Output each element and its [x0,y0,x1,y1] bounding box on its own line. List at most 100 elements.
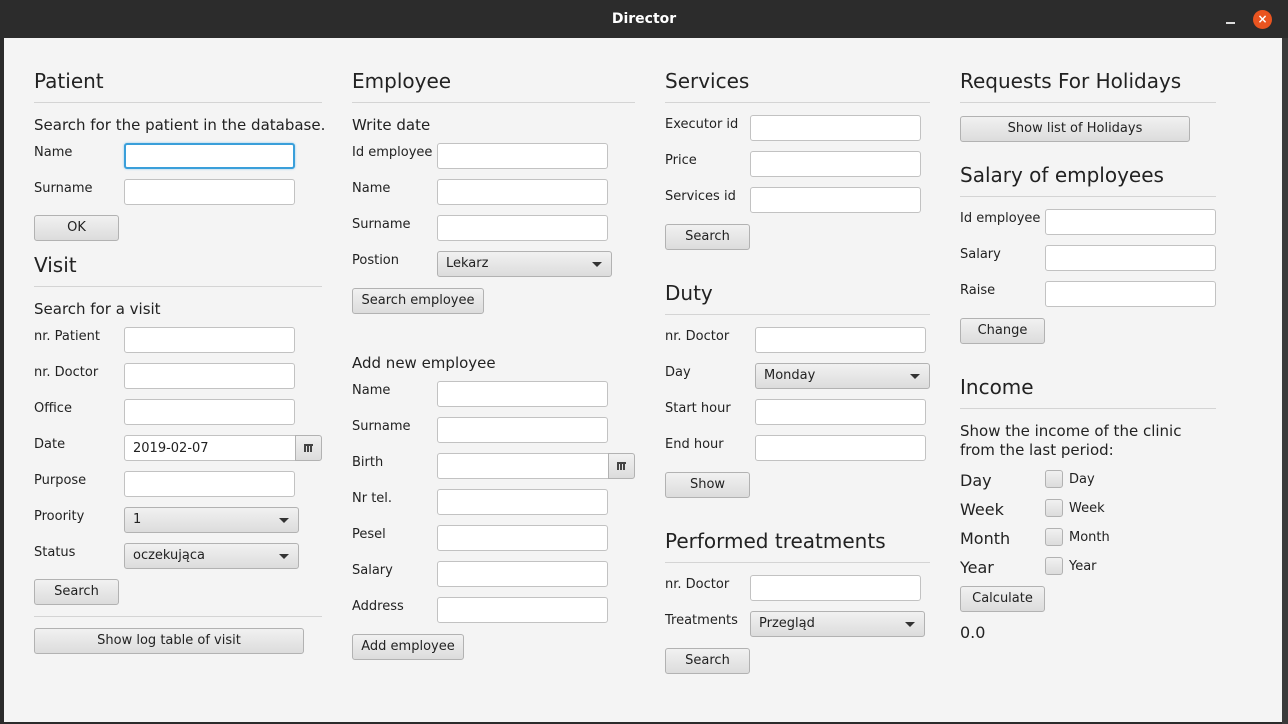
start-hour-label: Start hour [665,401,731,416]
price-input[interactable] [750,151,921,177]
treatments-label: Treatments [665,613,738,628]
salary-heading: Salary of employees [960,163,1164,187]
visit-doctor-input[interactable] [124,363,295,389]
employee-id-label: Id employee [352,145,433,160]
employee-divider [352,102,635,103]
patient-subtitle: Search for the patient in the database. [34,116,326,134]
patient-ok-button[interactable]: OK [34,215,119,241]
income-heading: Income [960,375,1034,399]
week-checkbox[interactable] [1045,499,1063,517]
new-employee-birth-picker[interactable] [437,453,609,479]
services-divider [665,102,930,103]
new-employee-salary-input[interactable] [437,561,608,587]
employee-surname-input[interactable] [437,215,608,241]
show-visit-log-button[interactable]: Show log table of visit [34,628,304,654]
patient-surname-input[interactable] [124,179,295,205]
end-hour-input[interactable] [755,435,926,461]
visit-priority-value: 1 [133,512,142,527]
executor-id-label: Executor id [665,117,739,132]
day-checkbox[interactable] [1045,470,1063,488]
birth-calendar-button[interactable] [608,453,635,479]
close-button[interactable]: × [1253,10,1272,29]
visit-office-label: Office [34,401,72,416]
salary-id-input[interactable] [1045,209,1216,235]
income-day-label: Day [960,471,992,490]
treatments-search-button[interactable]: Search [665,648,750,674]
services-search-button[interactable]: Search [665,224,750,250]
visit-bottom-divider [34,616,322,617]
new-employee-phone-label: Nr tel. [352,491,393,506]
new-employee-phone-input[interactable] [437,489,608,515]
calendar-icon [617,462,626,470]
services-id-input[interactable] [750,187,921,213]
income-description: Show the income of the clinic from the l… [960,422,1182,459]
year-checkbox-label[interactable]: Year [1069,559,1097,574]
salary-amount-input[interactable] [1045,245,1216,271]
duty-doctor-input[interactable] [755,327,926,353]
treatments-doctor-input[interactable] [750,575,921,601]
treatments-select[interactable]: Przegląd [750,611,925,637]
holidays-heading: Requests For Holidays [960,69,1182,93]
add-employee-button[interactable]: Add employee [352,634,464,660]
year-checkbox[interactable] [1045,557,1063,575]
duty-show-button[interactable]: Show [665,472,750,498]
salary-id-label: Id employee [960,211,1041,226]
visit-date-picker[interactable]: 2019-02-07 [124,435,296,461]
visit-search-button[interactable]: Search [34,579,119,605]
income-week-label: Week [960,500,1004,519]
visit-date-label: Date [34,437,66,452]
new-employee-name-label: Name [352,383,391,398]
raise-input[interactable] [1045,281,1216,307]
visit-purpose-input[interactable] [124,471,295,497]
new-employee-surname-label: Surname [352,419,411,434]
main-window: Patient Search for the patient in the da… [4,38,1282,722]
duty-divider [665,314,930,315]
month-checkbox[interactable] [1045,528,1063,546]
new-employee-address-input[interactable] [437,597,608,623]
visit-date-calendar-button[interactable] [295,435,322,461]
patient-name-input[interactable] [124,143,295,169]
visit-doctor-label: nr. Doctor [34,365,99,380]
new-employee-address-label: Address [352,599,404,614]
visit-status-select[interactable]: oczekująca [124,543,299,569]
new-employee-name-input[interactable] [437,381,608,407]
holidays-divider [960,102,1216,103]
visit-purpose-label: Purpose [34,473,87,488]
visit-priority-select[interactable]: 1 [124,507,299,533]
patient-surname-label: Surname [34,181,93,196]
duty-day-select[interactable]: Monday [755,363,930,389]
executor-id-input[interactable] [750,115,921,141]
minimize-button[interactable] [1224,8,1238,28]
income-year-label: Year [960,558,994,577]
new-employee-pesel-input[interactable] [437,525,608,551]
patient-heading: Patient [34,69,104,93]
visit-office-input[interactable] [124,399,295,425]
show-holidays-button[interactable]: Show list of Holidays [960,116,1190,142]
employee-id-input[interactable] [437,143,608,169]
visit-priority-label: Proority [34,509,85,524]
new-employee-surname-input[interactable] [437,417,608,443]
new-employee-pesel-label: Pesel [352,527,386,542]
treatments-divider [665,562,930,563]
change-salary-button[interactable]: Change [960,318,1045,344]
income-divider [960,408,1216,409]
calculate-button[interactable]: Calculate [960,586,1045,612]
income-result: 0.0 [960,623,986,642]
week-checkbox-label[interactable]: Week [1069,501,1105,516]
employee-name-input[interactable] [437,179,608,205]
desktop-edge [1282,38,1288,724]
calendar-icon [304,444,313,452]
visit-patient-input[interactable] [124,327,295,353]
window-title: Director [611,11,677,27]
salary-amount-label: Salary [960,247,1001,262]
start-hour-input[interactable] [755,399,926,425]
treatments-value: Przegląd [759,616,815,631]
search-employee-button[interactable]: Search employee [352,288,484,314]
new-employee-birth-label: Birth [352,455,384,470]
employee-surname-label: Surname [352,217,411,232]
end-hour-label: End hour [665,437,724,452]
chevron-down-icon [910,374,920,379]
month-checkbox-label[interactable]: Month [1069,530,1110,545]
employee-position-select[interactable]: Lekarz [437,251,612,277]
day-checkbox-label[interactable]: Day [1069,472,1095,487]
